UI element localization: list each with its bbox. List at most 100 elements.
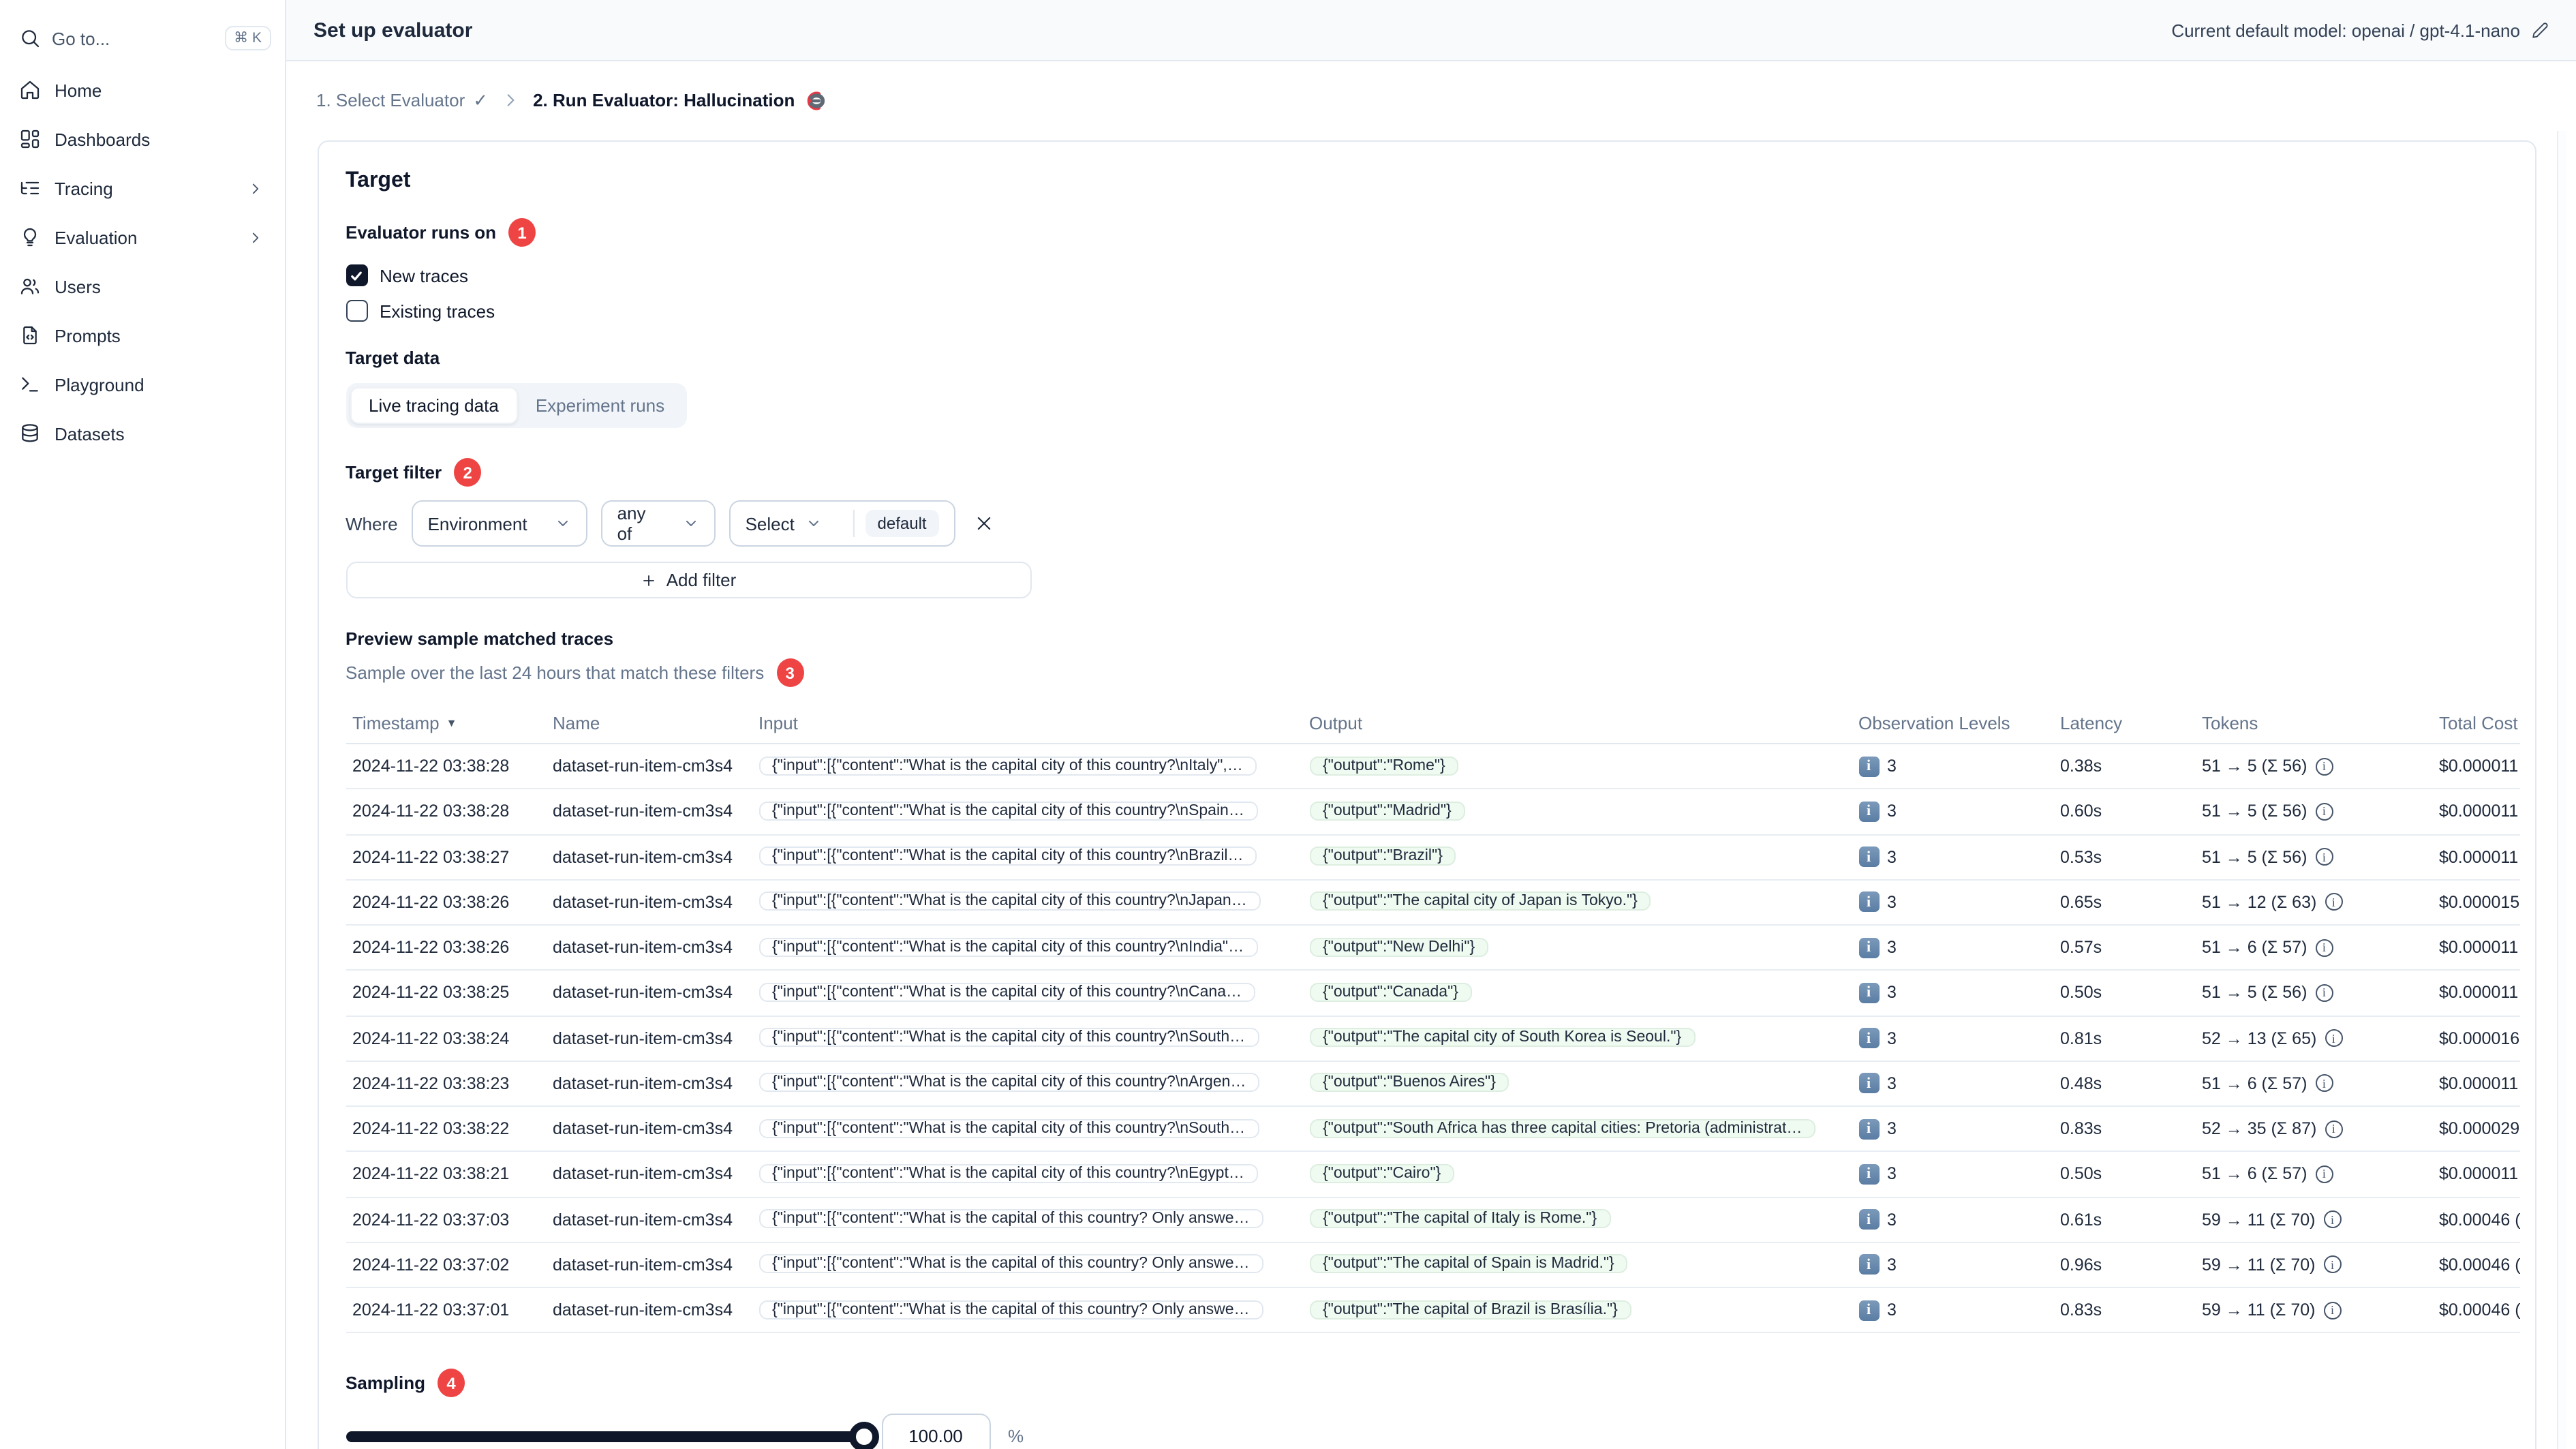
cell-latency: 0.81s — [2060, 1028, 2102, 1048]
users-icon — [19, 275, 41, 297]
cell-output-json: {"output":"Cairo"} — [1309, 1163, 1455, 1183]
goto-search[interactable]: Go to... ⌘ K — [19, 19, 271, 57]
cell-name: dataset-run-item-cm3s4 — [553, 802, 733, 821]
filter-value-select[interactable]: Select default — [729, 500, 955, 547]
info-circle-icon[interactable]: i — [2315, 1074, 2333, 1093]
step-badge-1: 1 — [508, 218, 536, 247]
target-data-label: Target data — [346, 348, 440, 368]
cell-input-json: {"input":[{"content":"What is the capita… — [758, 982, 1256, 1002]
step-badge-3: 3 — [776, 658, 804, 687]
cell-observation-levels: 3 — [1887, 1073, 1897, 1093]
sampling-value-input[interactable]: 100.00 — [881, 1414, 990, 1449]
lightbulb-icon — [19, 226, 41, 248]
preview-table: Timestamp ▼ Name Input Output Observatio… — [346, 703, 2519, 1334]
filter-row: Where Environment any of Select default — [346, 500, 2507, 547]
table-row: 2024-11-22 03:38:26 dataset-run-item-cm3… — [346, 926, 2519, 971]
tab-live-tracing-data[interactable]: Live tracing data — [350, 387, 518, 424]
cell-tokens: 52 → 13 (Σ 65) — [2202, 1028, 2317, 1048]
info-circle-icon[interactable]: i — [2315, 983, 2333, 1002]
sidebar: Go to... ⌘ K Home Dashboards Tracing Eva… — [0, 0, 286, 1449]
cell-tokens: 51 → 5 (Σ 56) — [2202, 847, 2307, 867]
cell-total-cost: $0.000011 ( — [2439, 757, 2519, 776]
cell-observation-levels: 3 — [1887, 757, 1897, 776]
chevron-down-icon — [683, 515, 699, 532]
info-square-icon: i — [1858, 1118, 1879, 1140]
remove-filter-button[interactable] — [969, 508, 999, 538]
sidebar-item-prompts[interactable]: Prompts — [0, 311, 285, 360]
cell-name: dataset-run-item-cm3s4 — [553, 1028, 733, 1048]
cell-output-json: {"output":"Canada"} — [1309, 982, 1472, 1002]
cell-observation-levels: 3 — [1887, 1255, 1897, 1275]
add-filter-button[interactable]: Add filter — [346, 562, 1031, 598]
sidebar-item-datasets[interactable]: Datasets — [0, 409, 285, 458]
sidebar-item-users[interactable]: Users — [0, 262, 285, 311]
cell-latency: 0.57s — [2060, 938, 2102, 958]
cell-timestamp: 2024-11-22 03:37:02 — [352, 1255, 510, 1275]
scrollbar-track[interactable] — [2557, 131, 2566, 1449]
breadcrumb: 1. Select Evaluator ✓ 2. Run Evaluator: … — [286, 61, 2576, 139]
sidebar-item-home[interactable]: Home — [0, 65, 285, 115]
cell-latency: 0.60s — [2060, 802, 2102, 821]
sidebar-item-playground[interactable]: Playground — [0, 360, 285, 409]
column-header-timestamp[interactable]: Timestamp ▼ — [346, 713, 553, 733]
chevron-right-icon — [244, 226, 266, 248]
cell-input-json: {"input":[{"content":"What is the capita… — [758, 1073, 1260, 1093]
cell-total-cost: $0.000011 ( — [2439, 802, 2519, 821]
cell-name: dataset-run-item-cm3s4 — [553, 1210, 733, 1230]
slider-thumb[interactable] — [848, 1421, 878, 1449]
knot-emoji-icon — [808, 91, 825, 110]
info-circle-icon[interactable]: i — [2315, 802, 2333, 821]
cell-timestamp: 2024-11-22 03:38:26 — [352, 892, 510, 912]
info-square-icon: i — [1858, 982, 1879, 1003]
sidebar-item-label: Users — [55, 276, 101, 296]
info-square-icon: i — [1858, 891, 1879, 913]
filter-column-select[interactable]: Environment — [411, 500, 587, 547]
cell-timestamp: 2024-11-22 03:38:24 — [352, 1028, 510, 1048]
info-circle-icon[interactable]: i — [2325, 1029, 2343, 1048]
target-filter-label: Target filter 2 — [346, 458, 2507, 487]
cell-output-json: {"output":"South Africa has three capita… — [1309, 1118, 1816, 1138]
info-square-icon: i — [1858, 1209, 1879, 1230]
cell-output-json: {"output":"Buenos Aires"} — [1309, 1073, 1509, 1093]
preview-heading: Preview sample matched traces — [346, 628, 614, 649]
sidebar-item-evaluation[interactable]: Evaluation — [0, 213, 285, 262]
tab-experiment-runs[interactable]: Experiment runs — [518, 387, 682, 424]
sidebar-item-label: Dashboards — [55, 129, 151, 149]
filter-operator-select[interactable]: any of — [600, 500, 716, 547]
info-circle-icon[interactable]: i — [2325, 1120, 2343, 1138]
cell-input-json: {"input":[{"content":"What is the capita… — [758, 801, 1258, 821]
sidebar-item-dashboards[interactable]: Dashboards — [0, 115, 285, 164]
info-circle-icon[interactable]: i — [2325, 893, 2343, 911]
info-circle-icon[interactable]: i — [2315, 848, 2333, 866]
info-circle-icon[interactable]: i — [2315, 939, 2333, 957]
page-header: Set up evaluator Current default model: … — [286, 0, 2576, 61]
cell-observation-levels: 3 — [1887, 847, 1897, 867]
cell-total-cost: $0.000011 ( — [2439, 983, 2519, 1003]
cell-total-cost: $0.000011 ( — [2439, 847, 2519, 867]
table-row: 2024-11-22 03:38:22 dataset-run-item-cm3… — [346, 1107, 2519, 1153]
home-icon — [19, 79, 41, 101]
cell-output-json: {"output":"The capital of Italy is Rome.… — [1309, 1209, 1611, 1229]
breadcrumb-step-1[interactable]: 1. Select Evaluator ✓ — [316, 89, 488, 111]
cell-output-json: {"output":"Brazil"} — [1309, 846, 1456, 866]
cell-tokens: 51 → 6 (Σ 57) — [2202, 938, 2307, 958]
edit-pencil-icon[interactable] — [2531, 21, 2549, 39]
cell-latency: 0.38s — [2060, 757, 2102, 776]
sidebar-item-tracing[interactable]: Tracing — [0, 164, 285, 213]
checkbox-existing-traces[interactable]: Existing traces — [346, 296, 2507, 326]
info-circle-icon[interactable]: i — [2315, 1165, 2333, 1183]
table-body: 2024-11-22 03:38:28 dataset-run-item-cm3… — [346, 744, 2519, 1334]
cell-tokens: 52 → 35 (Σ 87) — [2202, 1119, 2317, 1139]
step-badge-2: 2 — [454, 458, 482, 487]
info-circle-icon[interactable]: i — [2315, 757, 2333, 776]
info-square-icon: i — [1858, 1028, 1879, 1049]
cell-input-json: {"input":[{"content":"What is the capita… — [758, 1028, 1259, 1048]
info-circle-icon[interactable]: i — [2323, 1301, 2342, 1320]
sampling-slider[interactable] — [346, 1421, 878, 1449]
breadcrumb-step-1-label: 1. Select Evaluator — [316, 90, 465, 110]
info-circle-icon[interactable]: i — [2323, 1255, 2342, 1274]
database-icon — [19, 423, 41, 444]
checkbox-new-traces[interactable]: New traces — [346, 260, 2507, 290]
step-badge-4: 4 — [438, 1369, 465, 1398]
info-circle-icon[interactable]: i — [2323, 1210, 2342, 1229]
